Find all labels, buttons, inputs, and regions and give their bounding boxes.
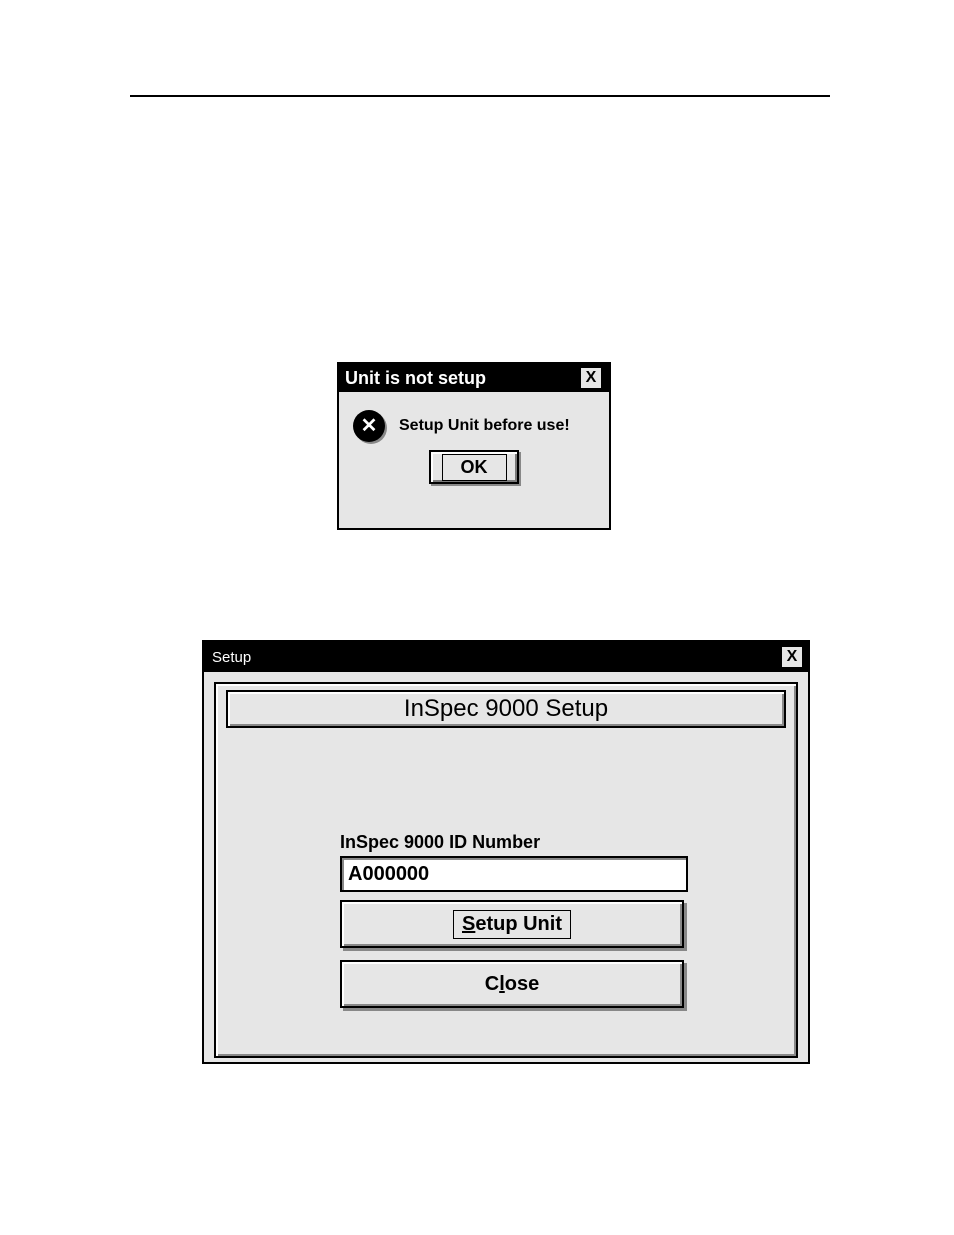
horizontal-rule	[130, 95, 830, 97]
unit-not-setup-dialog: Unit is not setup X ✕ Setup Unit before …	[337, 362, 611, 530]
dialog-message: Setup Unit before use!	[399, 417, 570, 435]
dialog-titlebar: Unit is not setup X	[339, 364, 609, 392]
setup-unit-button[interactable]: Setup Unit	[340, 900, 684, 948]
close-icon[interactable]: X	[579, 366, 603, 390]
setup-unit-button-label: etup Unit	[475, 913, 562, 935]
setup-unit-button-accel: S	[462, 913, 475, 935]
close-button-prefix: C	[485, 973, 499, 995]
ok-button[interactable]: OK	[429, 450, 519, 484]
close-button-rest: ose	[505, 973, 539, 995]
ok-button-label: OK	[442, 454, 507, 481]
dialog-title: Unit is not setup	[345, 368, 486, 389]
close-icon[interactable]: X	[780, 645, 804, 669]
close-button[interactable]: Close	[340, 960, 684, 1008]
dialog-title: Setup	[212, 649, 251, 666]
setup-panel: InSpec 9000 Setup InSpec 9000 ID Number …	[214, 682, 798, 1058]
id-number-label: InSpec 9000 ID Number	[340, 832, 540, 853]
setup-dialog: Setup X InSpec 9000 Setup InSpec 9000 ID…	[202, 640, 810, 1064]
error-icon: ✕	[353, 410, 385, 442]
dialog-titlebar: Setup X	[204, 642, 808, 672]
id-number-input[interactable]	[340, 856, 688, 892]
panel-heading: InSpec 9000 Setup	[226, 690, 786, 728]
